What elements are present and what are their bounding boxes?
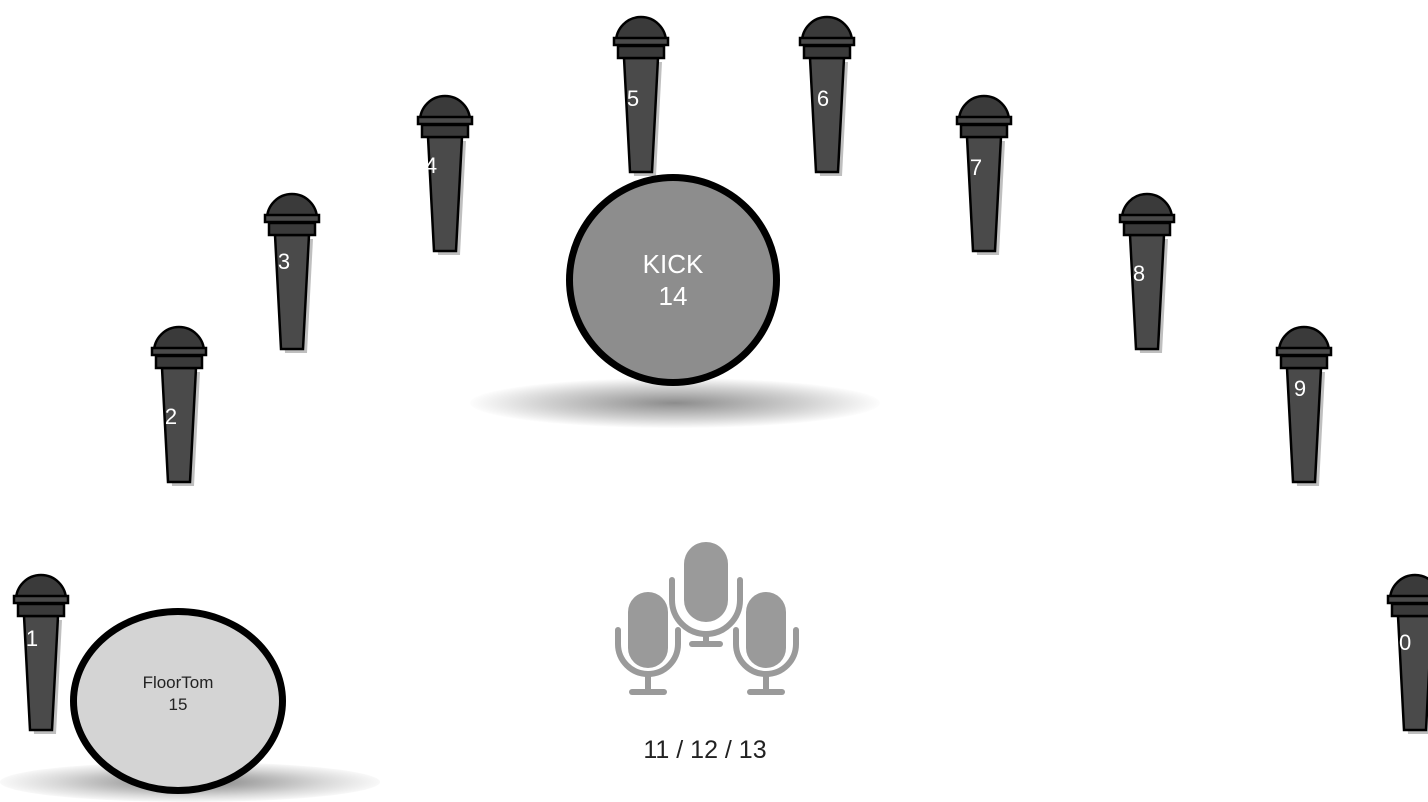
floortom-label: FloorTom (142, 673, 214, 692)
mic-number-4: 4 (424, 153, 438, 178)
mic-4: 4 (408, 87, 478, 257)
overhead-mics-label: 11 / 12 / 13 (643, 736, 767, 764)
mic-10: 10 (1378, 566, 1428, 736)
floortom-drum: FloorTom 15 (70, 608, 286, 794)
floortom-number: 15 (168, 695, 188, 714)
mic-9: 9 (1267, 318, 1337, 488)
kick-number: 14 (658, 281, 688, 311)
mic-1: 1 (4, 566, 74, 736)
mic-8: 8 (1110, 185, 1180, 355)
kick-drum: KICK 14 (566, 174, 780, 386)
mic-number-8: 8 (1132, 261, 1146, 286)
mic-number-10: 10 (1386, 630, 1412, 655)
mic-6: 6 (790, 8, 860, 178)
mic-number-1: 1 (25, 626, 39, 651)
mic-number-6: 6 (816, 86, 830, 111)
microphone-icon (150, 325, 208, 486)
kick-label: KICK (642, 249, 704, 279)
mic-2: 2 (142, 318, 212, 488)
mic-number-7: 7 (969, 155, 983, 180)
mic-number-5: 5 (626, 86, 640, 111)
mic-number-9: 9 (1293, 376, 1307, 401)
overhead-mics-icon (615, 542, 799, 695)
mic-3: 3 (255, 185, 325, 355)
mic-5: 5 (604, 8, 674, 178)
stage-plot: KICK 14 FloorTom 15 1 2 3 4 5 6 7 8 9 10… (0, 0, 1428, 802)
microphone-icon (1275, 325, 1333, 486)
mic-7: 7 (947, 87, 1017, 257)
mic-number-2: 2 (164, 404, 178, 429)
mic-number-3: 3 (277, 249, 291, 274)
